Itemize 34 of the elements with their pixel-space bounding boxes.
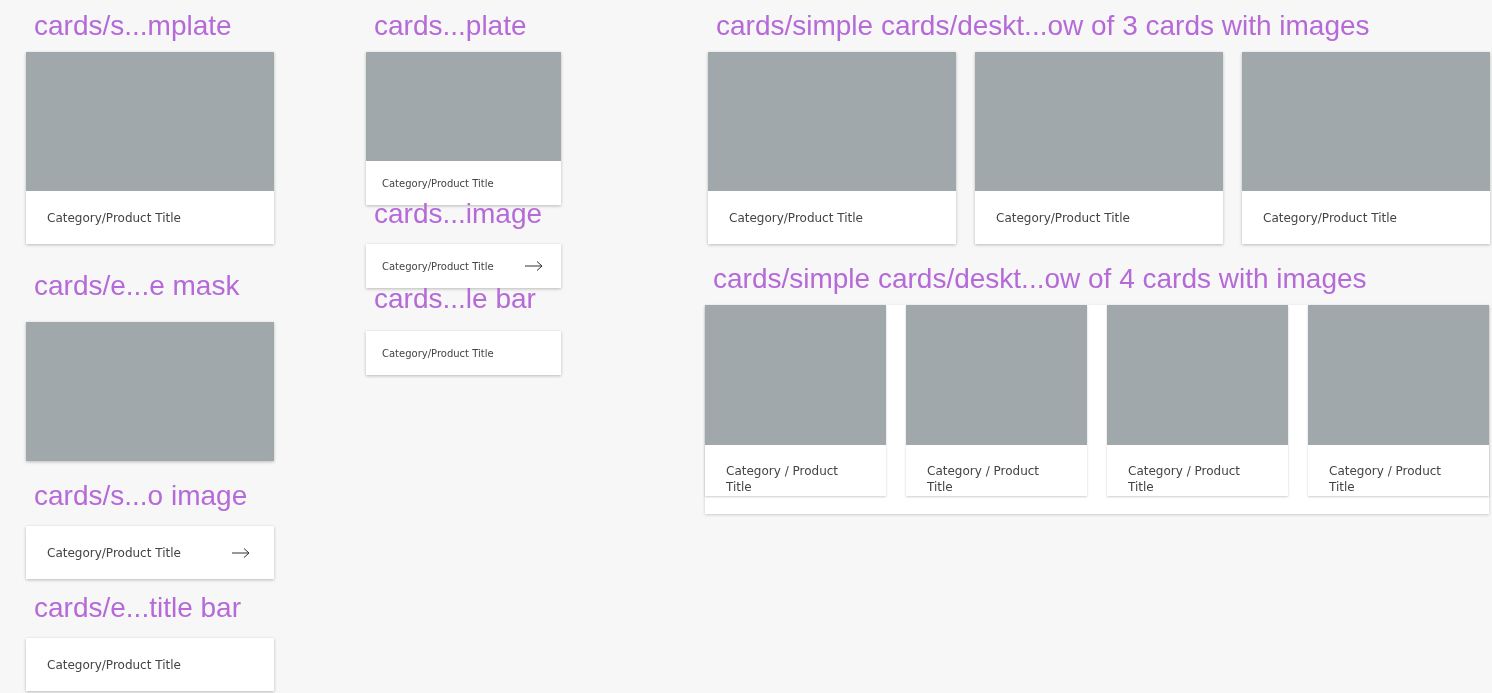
card-title: Category/Product Title [1263, 210, 1397, 225]
card-title: Category/Product Title [382, 347, 494, 359]
card[interactable]: Category/Product Title [708, 52, 956, 244]
card[interactable]: Category/Product Title [366, 331, 561, 375]
card-title: Category / Product Title [927, 463, 1041, 496]
frame-label: cards/e...title bar [34, 592, 241, 624]
card-title: Category/Product Title [382, 177, 494, 189]
card-title: Category/Product Title [47, 545, 181, 560]
card[interactable]: Category / Product Title [1308, 305, 1489, 496]
frame-label: cards/s...mplate [34, 10, 232, 42]
card-title: Category / Product Title [1329, 463, 1443, 496]
card-title: Category / Product Title [1128, 463, 1242, 496]
card[interactable]: Category / Product Title [906, 305, 1087, 496]
card-title: Category/Product Title [729, 210, 863, 225]
card[interactable]: Category/Product Title [26, 526, 274, 579]
card[interactable]: Category/Product Title [26, 52, 274, 244]
card[interactable]: Category/Product Title [366, 244, 561, 288]
frame-label: cards/simple cards/deskt...ow of 4 cards with images [713, 263, 1367, 295]
card-title: Category/Product Title [996, 210, 1130, 225]
card[interactable]: Category / Product Title [1107, 305, 1288, 496]
card[interactable]: Category / Product Title [705, 305, 886, 496]
frame-label: cards/s...o image [34, 480, 248, 512]
frame-label: cards/e...e mask [34, 270, 240, 302]
card-title: Category/Product Title [47, 657, 181, 672]
arrow-icon [525, 261, 543, 271]
card[interactable]: Category/Product Title [1242, 52, 1490, 244]
frame-label: cards/simple cards/deskt...ow of 3 cards with images [716, 10, 1370, 42]
card[interactable]: Category/Product Title [26, 638, 274, 691]
frame-label: cards...plate [374, 10, 527, 42]
card[interactable]: Category/Product Title [975, 52, 1223, 244]
card-title: Category/Product Title [382, 260, 494, 272]
card-title: Category/Product Title [47, 210, 181, 225]
card-title: Category / Product Title [726, 463, 840, 496]
arrow-icon [232, 547, 250, 558]
